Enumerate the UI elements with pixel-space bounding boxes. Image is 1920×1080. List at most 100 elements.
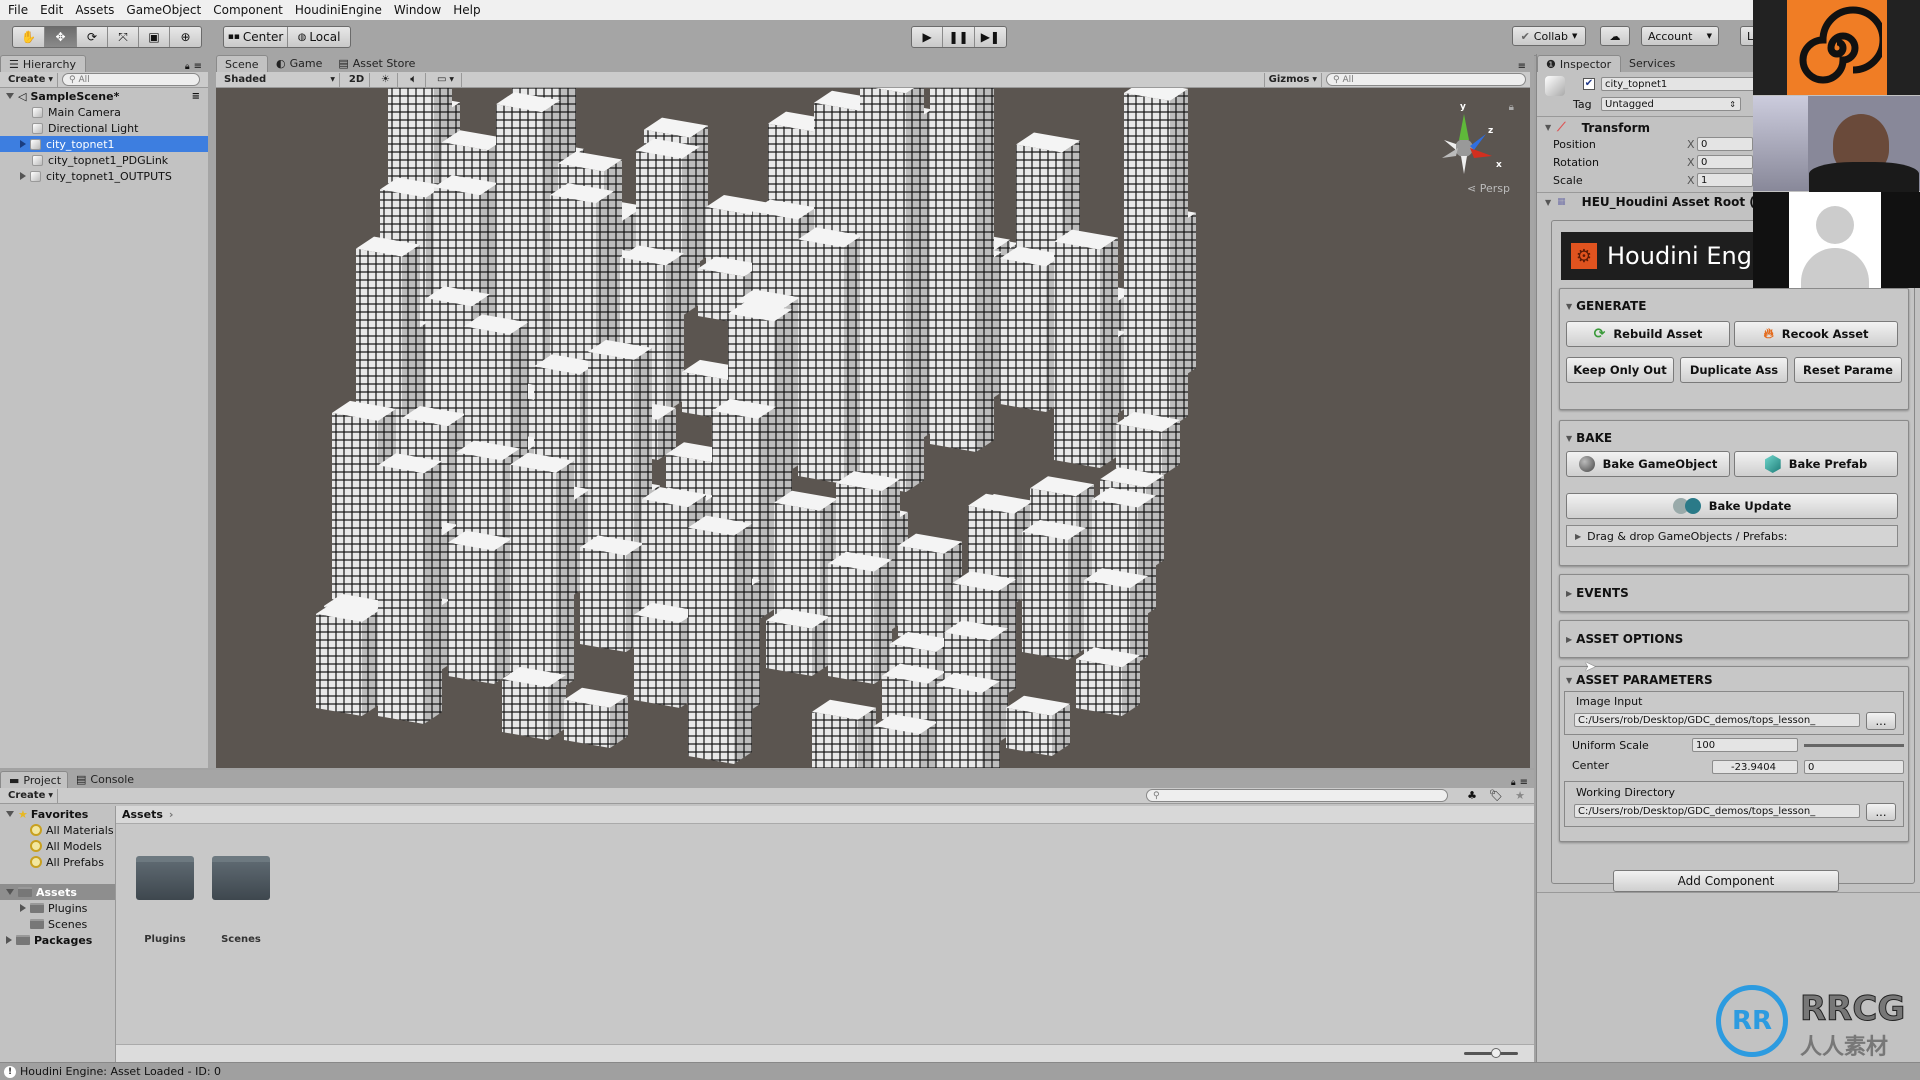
audio-toggle[interactable]: 🔈︎ xyxy=(402,72,426,87)
bake-update-button[interactable]: Bake Update xyxy=(1566,493,1898,519)
menu-assets[interactable]: Assets xyxy=(73,3,124,17)
tab-hierarchy[interactable]: ☰ Hierarchy xyxy=(0,55,86,72)
hand-tool-button[interactable]: ✋ xyxy=(13,27,45,47)
scene-gizmo[interactable]: y z x xyxy=(1434,102,1504,176)
bake-header[interactable]: ▼ BAKE xyxy=(1566,431,1612,445)
tab-console[interactable]: ▤ Console xyxy=(68,771,142,788)
rect-tool-button[interactable]: ▣ xyxy=(139,27,170,47)
favorites-header[interactable]: ★ Favorites xyxy=(0,806,115,822)
lock-icon[interactable]: 🔒︎ xyxy=(1511,778,1516,788)
menu-edit[interactable]: Edit xyxy=(38,3,73,17)
2d-toggle[interactable]: 2D xyxy=(344,72,370,87)
position-x-field[interactable]: 0 xyxy=(1697,137,1753,151)
hierarchy-item[interactable]: city_topnet1_PDGLink xyxy=(0,152,208,168)
scale-x-field[interactable]: 1 xyxy=(1697,173,1753,187)
reset-parameters-button[interactable]: Reset Parame xyxy=(1794,357,1902,383)
lock-icon[interactable]: 🔒︎ xyxy=(185,62,190,72)
expand-arrow-icon[interactable] xyxy=(6,811,14,817)
uniform-scale-slider[interactable] xyxy=(1804,744,1904,747)
rotation-x-field[interactable]: 0 xyxy=(1697,155,1753,169)
menu-file[interactable]: File xyxy=(6,3,38,17)
asset-options-section[interactable]: ▶ ASSET OPTIONS xyxy=(1559,620,1909,658)
menu-houdiniengine[interactable]: HoudiniEngine xyxy=(293,3,392,17)
projection-toggle[interactable]: ⋖ Persp xyxy=(1467,182,1510,195)
project-create-button[interactable]: Create ▼ xyxy=(4,788,58,803)
duplicate-asset-button[interactable]: Duplicate Ass xyxy=(1680,357,1788,383)
rotate-tool-button[interactable]: ⟳ xyxy=(77,27,108,47)
center-x-field[interactable]: -23.9404 xyxy=(1712,760,1798,774)
filter-by-type-icon[interactable]: ♣ xyxy=(1462,789,1482,802)
object-name-field[interactable]: city_topnet1 xyxy=(1601,77,1761,91)
favorite-item[interactable]: All Materials xyxy=(0,822,115,838)
project-search-input[interactable]: ⚲ xyxy=(1146,789,1448,802)
transform-header[interactable]: ▼ ⟋ Transform xyxy=(1545,120,1650,135)
events-header[interactable]: ▶ EVENTS xyxy=(1566,586,1629,600)
drag-drop-foldout[interactable]: ▶ Drag & drop GameObjects / Prefabs: xyxy=(1566,525,1898,547)
packages-folder[interactable]: Packages xyxy=(0,932,115,948)
icon-size-slider[interactable] xyxy=(1464,1048,1518,1058)
expand-arrow-icon[interactable] xyxy=(6,93,14,99)
favorite-star-icon[interactable]: ★ xyxy=(1510,789,1530,802)
hierarchy-search-input[interactable]: ⚲ All xyxy=(62,73,200,86)
scene-root[interactable]: ◁ SampleScene* ≡ xyxy=(0,88,208,104)
expand-arrow-icon[interactable] xyxy=(20,172,26,180)
tree-folder-item[interactable]: Plugins xyxy=(0,900,115,916)
collab-button[interactable]: ✔ Collab ▼ xyxy=(1512,26,1586,46)
add-component-button[interactable]: Add Component xyxy=(1613,870,1839,892)
effects-dropdown[interactable]: ▭ ▼ xyxy=(430,72,462,87)
folder-scenes[interactable] xyxy=(212,856,270,900)
tab-services[interactable]: Services xyxy=(1621,55,1683,72)
status-message[interactable]: Houdini Engine: Asset Loaded - ID: 0 xyxy=(20,1065,221,1078)
panel-menu-icon[interactable]: ≡ xyxy=(1520,777,1528,788)
expand-arrow-icon[interactable] xyxy=(6,889,14,895)
scale-tool-button[interactable]: ⤧ xyxy=(108,27,139,47)
bake-prefab-button[interactable]: Bake Prefab xyxy=(1734,451,1898,477)
bake-gameobject-button[interactable]: Bake GameObject xyxy=(1566,451,1730,477)
events-section[interactable]: ▶ EVENTS xyxy=(1559,574,1909,612)
menu-help[interactable]: Help xyxy=(451,3,490,17)
hierarchy-item[interactable]: Main Camera xyxy=(0,104,208,120)
tab-inspector[interactable]: ❶ Inspector xyxy=(1537,55,1621,72)
collapse-arrow-icon[interactable]: ▼ xyxy=(1545,123,1551,132)
filter-by-label-icon[interactable]: 🏷︎ xyxy=(1486,789,1506,802)
panel-menu-icon[interactable]: ≡ xyxy=(1518,61,1526,72)
generate-header[interactable]: ▼ GENERATE xyxy=(1566,299,1646,313)
scene-menu-icon[interactable]: ≡ xyxy=(192,91,200,102)
rebuild-asset-button[interactable]: ⟳ Rebuild Asset xyxy=(1566,321,1730,347)
scene-viewport[interactable]: y z x 🔒︎ ⋖ Persp xyxy=(216,88,1530,768)
favorite-item[interactable]: All Models xyxy=(0,838,115,854)
keep-only-output-button[interactable]: Keep Only Out xyxy=(1566,357,1674,383)
tag-dropdown[interactable]: Untagged ⇕ xyxy=(1601,97,1741,111)
hierarchy-create-button[interactable]: Create ▼ xyxy=(4,72,58,87)
tab-project[interactable]: ▬ Project xyxy=(0,771,68,788)
lock-icon[interactable]: 🔒︎ xyxy=(1509,102,1514,113)
panel-menu-icon[interactable]: ≡ xyxy=(194,61,202,72)
move-tool-button[interactable]: ✥ xyxy=(45,27,77,47)
menu-component[interactable]: Component xyxy=(211,3,293,17)
breadcrumb-assets[interactable]: Assets xyxy=(122,808,163,821)
tree-folder-item[interactable]: Scenes xyxy=(0,916,115,932)
hierarchy-item[interactable]: Directional Light xyxy=(0,120,208,136)
hierarchy-item-selected[interactable]: city_topnet1 xyxy=(0,136,208,152)
pivot-center-button[interactable]: ▪▪ Center xyxy=(224,27,288,47)
active-checkbox[interactable]: ✔ xyxy=(1583,78,1595,90)
gizmos-dropdown[interactable]: Gizmos ▼ xyxy=(1263,72,1322,87)
expand-arrow-icon[interactable] xyxy=(20,140,26,148)
uniform-scale-field[interactable]: 100 xyxy=(1692,738,1798,752)
folder-plugins[interactable] xyxy=(136,856,194,900)
shading-mode-dropdown[interactable]: Shaded ▼ xyxy=(220,72,340,87)
slider-handle[interactable] xyxy=(1491,1048,1502,1058)
tab-game[interactable]: ◐ Game xyxy=(268,55,330,72)
assets-folder-selected[interactable]: Assets xyxy=(0,884,115,900)
asset-options-header[interactable]: ▶ ASSET OPTIONS xyxy=(1566,632,1683,646)
lighting-toggle[interactable]: ☀ xyxy=(374,72,398,87)
account-dropdown[interactable]: Account ▼ xyxy=(1641,26,1719,46)
tab-scene[interactable]: Scene xyxy=(216,55,268,72)
working-directory-field[interactable]: C:/Users/rob/Desktop/GDC_demos/tops_less… xyxy=(1574,804,1860,818)
menu-window[interactable]: Window xyxy=(392,3,451,17)
scene-search-input[interactable]: ⚲ All xyxy=(1326,73,1526,86)
play-button[interactable]: ▶ xyxy=(912,27,944,47)
favorite-item[interactable]: All Prefabs xyxy=(0,854,115,870)
menu-gameobject[interactable]: GameObject xyxy=(124,3,211,17)
houdini-asset-root-header[interactable]: ▼ ▦ HEU_Houdini Asset Root ( xyxy=(1545,195,1755,209)
